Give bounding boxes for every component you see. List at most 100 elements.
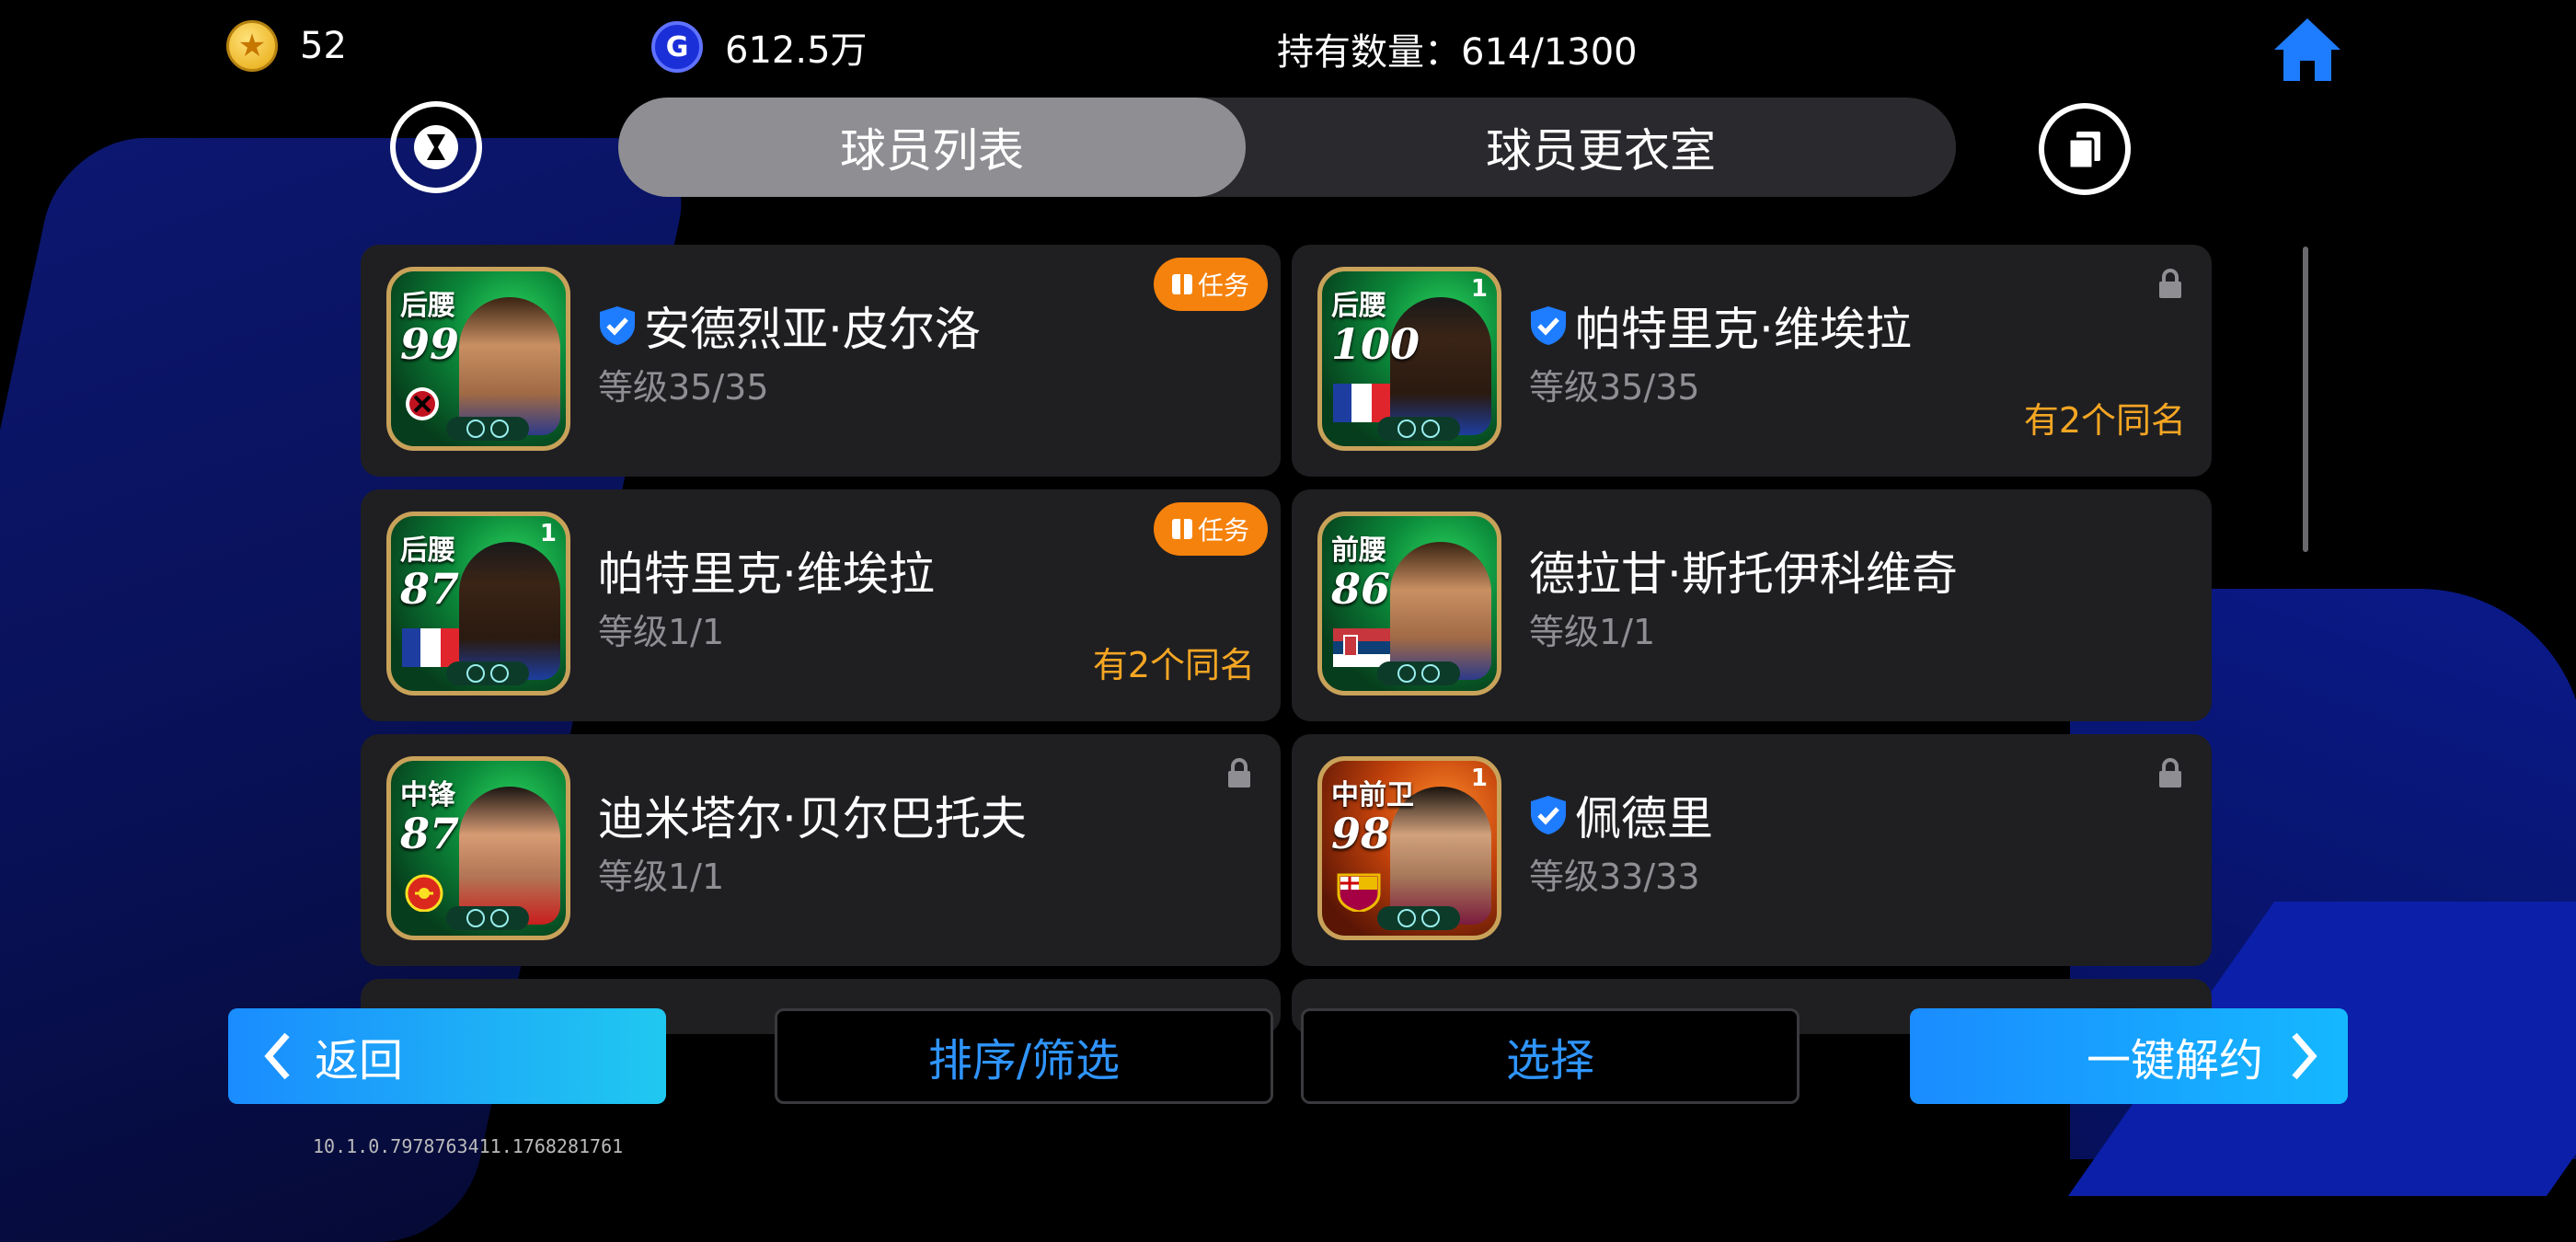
card-count-badge: 1 [1470, 275, 1488, 303]
hourglass-icon [414, 125, 458, 169]
back-button[interactable]: 返回 [228, 1008, 666, 1104]
skill-dot-icon [466, 420, 485, 438]
player-name: 德拉甘·斯托伊科维奇 [1529, 547, 1958, 601]
card-count-badge: 1 [539, 520, 557, 547]
copy-button[interactable] [2039, 103, 2131, 195]
select-button[interactable]: 选择 [1301, 1008, 1800, 1104]
player-level: 等级1/1 [598, 857, 725, 897]
coin-icon: ★ [226, 20, 278, 72]
player-position: 后腰 [400, 535, 455, 567]
player-name-row: 帕特里克·维埃拉 [598, 537, 935, 604]
player-card[interactable]: 前腰 86 德拉甘·斯托伊科维奇 等级1/1 [1292, 489, 2212, 721]
player-rating: 86 [1331, 564, 1391, 614]
lock-icon [2159, 758, 2181, 788]
card-strip [1377, 661, 1460, 685]
lock-icon [2159, 269, 2181, 298]
verified-shield-icon [1531, 796, 1566, 834]
player-photo [459, 542, 560, 680]
tab-player-list[interactable]: 球员列表 [618, 98, 1246, 197]
skill-dot-icon [1397, 420, 1416, 438]
card-strip [446, 906, 529, 930]
player-level: 等级33/33 [1529, 857, 1700, 897]
player-name-row: 德拉甘·斯托伊科维奇 [1529, 537, 1958, 604]
timer-button[interactable] [390, 101, 482, 193]
player-name: 帕特里克·维埃拉 [598, 547, 935, 601]
player-avatar: 中锋 87 [386, 756, 570, 940]
skill-dot-icon [1421, 420, 1440, 438]
card-strip [1377, 906, 1460, 930]
player-avatar: 前腰 86 [1317, 512, 1501, 696]
sort-filter-button[interactable]: 排序/筛选 [775, 1008, 1273, 1104]
player-name-row: 帕特里克·维埃拉 [1529, 293, 1912, 359]
tab-locker-room[interactable]: 球员更衣室 [1246, 98, 1956, 197]
coin-value: 52 [300, 25, 347, 67]
player-rating: 87 [400, 809, 460, 858]
tab-bar: 球员列表 球员更衣室 [618, 98, 1956, 197]
player-position: 后腰 [1331, 290, 1386, 322]
player-photo [1390, 542, 1491, 680]
card-strip [446, 417, 529, 441]
sort-filter-label: 排序/筛选 [927, 1035, 1121, 1087]
player-level: 等级1/1 [1529, 612, 1656, 652]
player-name-row: 迪米塔尔·贝尔巴托夫 [598, 782, 1027, 848]
milan-crest-icon [406, 387, 439, 420]
chevron-right-icon [2292, 1032, 2317, 1080]
same-name-note: 有2个同名 [2023, 400, 2186, 441]
france-flag-icon [402, 628, 459, 667]
copy-icon [2067, 132, 2100, 170]
verified-shield-icon [1531, 306, 1566, 345]
skill-dot-icon [490, 664, 509, 683]
player-card[interactable]: 中锋 87 迪米塔尔·贝尔巴托夫 等级1/1 [361, 734, 1281, 966]
player-position: 后腰 [400, 290, 455, 322]
holdings-count: 持有数量：614/1300 [1277, 22, 1638, 75]
player-position: 中前卫 [1331, 779, 1414, 811]
version-string: 10.1.0.7978763411.1768281761 [313, 1135, 624, 1157]
skill-dot-icon [1397, 909, 1416, 927]
skill-dot-icon [1421, 664, 1440, 683]
player-level: 等级1/1 [598, 612, 725, 652]
select-label: 选择 [1505, 1035, 1594, 1087]
player-position: 中锋 [400, 779, 455, 811]
skill-dot-icon [466, 664, 485, 683]
player-card[interactable]: 1 后腰 100 帕特里克·维埃拉 等级35/35 有2个同名 [1292, 245, 2212, 477]
player-level: 等级35/35 [598, 367, 769, 408]
task-label: 任务 [1197, 515, 1249, 546]
same-name-note: 有2个同名 [1092, 645, 1255, 685]
gift-icon [1171, 274, 1192, 294]
player-position: 前腰 [1331, 535, 1386, 567]
bulk-release-button[interactable]: 一键解约 [1910, 1008, 2348, 1104]
task-label: 任务 [1197, 270, 1249, 301]
player-card[interactable]: 1 中前卫 98 佩德里 等级33/33 [1292, 734, 2212, 966]
verified-shield-icon [600, 306, 635, 345]
card-strip [1377, 417, 1460, 441]
player-photo [459, 297, 560, 435]
list-scrollbar[interactable] [2303, 247, 2308, 552]
player-photo [459, 787, 560, 925]
coin-balance: ★ 52 [226, 20, 347, 72]
player-name: 佩德里 [1575, 792, 1713, 845]
back-label: 返回 [315, 1035, 404, 1087]
player-card[interactable]: 1 后腰 87 帕特里克·维埃拉 等级1/1 任务 有2个同名 [361, 489, 1281, 721]
gp-value: 612.5万 [725, 29, 868, 72]
france-flag-icon [1333, 384, 1390, 422]
barcelona-crest-icon [1337, 873, 1381, 912]
serbia-flag-icon [1333, 628, 1390, 667]
player-name-row: 安德烈亚·皮尔洛 [598, 293, 981, 359]
player-avatar: 1 中前卫 98 [1317, 756, 1501, 940]
player-rating: 87 [400, 564, 460, 614]
task-badge[interactable]: 任务 [1154, 258, 1268, 311]
player-card[interactable]: 后腰 99 安德烈亚·皮尔洛 等级35/35 任务 [361, 245, 1281, 477]
player-name: 安德烈亚·皮尔洛 [644, 303, 981, 356]
skill-dot-icon [466, 909, 485, 927]
task-badge[interactable]: 任务 [1154, 502, 1268, 556]
player-avatar: 1 后腰 87 [386, 512, 570, 696]
chevron-left-icon [264, 1032, 290, 1080]
player-level: 等级35/35 [1529, 367, 1700, 408]
skill-dot-icon [490, 420, 509, 438]
card-strip [446, 661, 529, 685]
player-rating: 98 [1331, 809, 1391, 858]
gift-icon [1171, 519, 1192, 539]
home-icon[interactable] [2271, 15, 2344, 85]
player-rating: 100 [1331, 319, 1420, 369]
gp-icon: G [651, 21, 703, 73]
